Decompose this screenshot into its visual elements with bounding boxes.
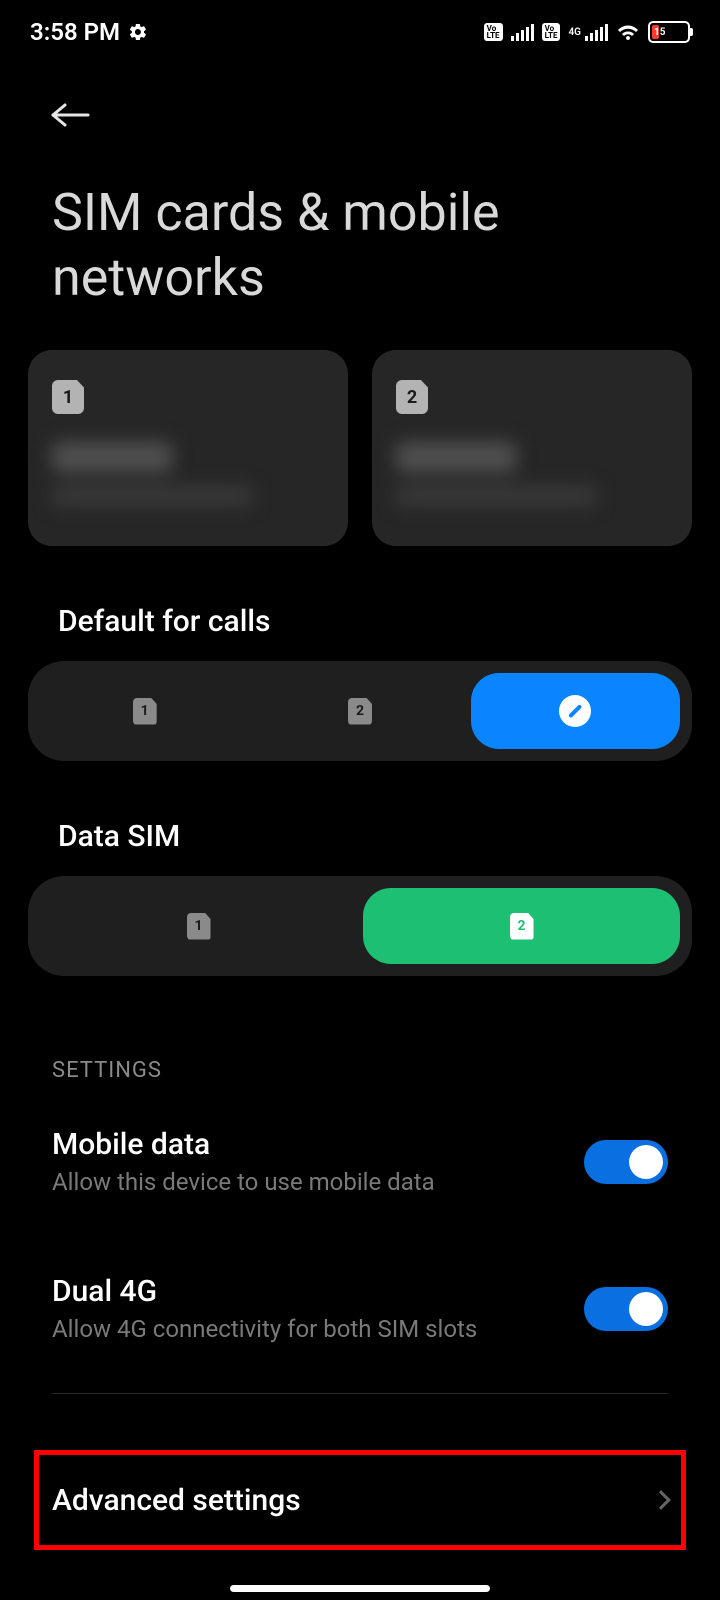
battery-icon: 15 <box>648 21 690 43</box>
mobile-data-desc: Allow this device to use mobile data <box>52 1168 584 1196</box>
mobile-data-text: Mobile data Allow this device to use mob… <box>52 1127 584 1196</box>
advanced-settings-row[interactable]: Advanced settings <box>0 1450 720 1550</box>
default-calls-option-2[interactable]: 2 <box>255 673 464 749</box>
status-right: VoLTE VoLTE 4G 15 <box>484 21 690 43</box>
sim-chip-icon: 1 <box>52 380 84 414</box>
default-calls-option-1[interactable]: 1 <box>40 673 249 749</box>
sim-cards-row: 1 2 <box>0 350 720 546</box>
mobile-data-row[interactable]: Mobile data Allow this device to use mob… <box>0 1109 720 1214</box>
battery-level: 15 <box>654 27 665 38</box>
default-calls-selector: 1 2 <box>28 661 692 761</box>
no-default-icon <box>559 695 591 727</box>
network-type-label: 4G <box>568 27 581 38</box>
default-calls-option-none[interactable] <box>471 673 680 749</box>
signal-bars-2 <box>585 23 608 41</box>
mobile-data-toggle[interactable] <box>584 1140 668 1184</box>
dual-4g-toggle[interactable] <box>584 1287 668 1331</box>
status-time: 3:58 PM <box>30 18 120 46</box>
default-calls-label: Default for calls <box>0 546 720 661</box>
data-sim-option-2[interactable]: 2 <box>363 888 680 964</box>
sim-icon: 2 <box>510 913 534 940</box>
status-left: 3:58 PM <box>30 18 148 46</box>
sim-icon: 1 <box>133 698 157 725</box>
wifi-icon <box>616 22 640 42</box>
sim-card-2-redacted <box>396 442 668 506</box>
volte-badge-1: VoLTE <box>484 23 503 41</box>
back-arrow-icon[interactable] <box>50 100 92 130</box>
dual-4g-text: Dual 4G Allow 4G connectivity for both S… <box>52 1274 584 1343</box>
home-indicator[interactable] <box>230 1585 490 1592</box>
divider <box>52 1393 668 1394</box>
sim-card-1[interactable]: 1 <box>28 350 348 546</box>
sim-card-2[interactable]: 2 <box>372 350 692 546</box>
dual-4g-title: Dual 4G <box>52 1274 584 1309</box>
signal-bars-1 <box>511 23 534 41</box>
sim-card-1-redacted <box>52 442 324 506</box>
gear-icon <box>128 22 148 42</box>
sim-icon: 2 <box>348 698 372 725</box>
settings-header: SETTINGS <box>0 976 720 1109</box>
sim-icon: 1 <box>187 913 211 940</box>
data-sim-label: Data SIM <box>0 761 720 876</box>
advanced-settings-title: Advanced settings <box>52 1483 301 1518</box>
data-sim-option-1[interactable]: 1 <box>40 888 357 964</box>
mobile-data-title: Mobile data <box>52 1127 584 1162</box>
chevron-right-icon <box>651 1490 671 1510</box>
dual-4g-row[interactable]: Dual 4G Allow 4G connectivity for both S… <box>0 1256 720 1361</box>
sim-chip-icon: 2 <box>396 380 428 414</box>
volte-badge-2: VoLTE <box>542 23 561 41</box>
page-title: SIM cards & mobile networks <box>0 154 720 350</box>
data-sim-selector: 1 2 <box>28 876 692 976</box>
dual-4g-desc: Allow 4G connectivity for both SIM slots <box>52 1315 584 1343</box>
status-bar: 3:58 PM VoLTE VoLTE 4G 15 <box>0 0 720 60</box>
